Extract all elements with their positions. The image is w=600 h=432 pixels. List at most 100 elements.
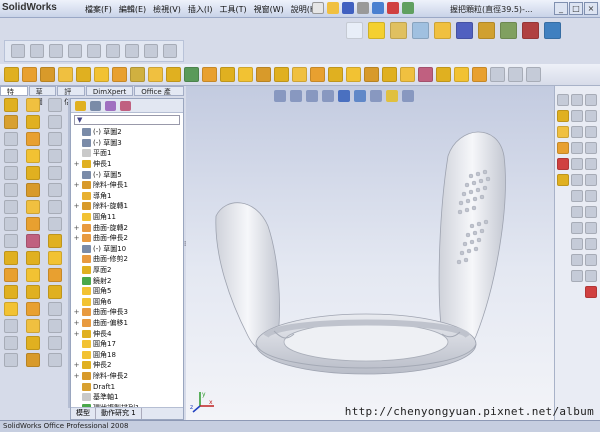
sum-icon[interactable] <box>478 22 495 39</box>
vtool-icon-30[interactable] <box>26 319 40 333</box>
tp-icon-27[interactable] <box>585 222 597 234</box>
tp-icon-17[interactable] <box>571 254 583 266</box>
sketch-tool-icon-9[interactable] <box>163 44 177 58</box>
mass-properties-icon[interactable] <box>390 22 407 39</box>
tree-expand-icon[interactable]: + <box>73 224 80 232</box>
tp-icon-25[interactable] <box>585 190 597 202</box>
vtool-icon-31[interactable] <box>26 336 40 350</box>
vtool-icon-28[interactable] <box>26 285 40 299</box>
undo-icon[interactable] <box>372 2 384 14</box>
tp-icon-16[interactable] <box>571 238 583 250</box>
vtool-icon-47[interactable] <box>48 336 62 350</box>
close-button[interactable]: × <box>584 2 598 15</box>
measure-icon[interactable] <box>368 22 385 39</box>
tab-sketch[interactable]: 草圖 <box>28 86 57 106</box>
tp-icon-10[interactable] <box>571 142 583 154</box>
feature-tree-item[interactable]: + 曲面-偏移1 <box>73 318 183 329</box>
tp-icon-31[interactable] <box>585 286 597 298</box>
vtool-icon-25[interactable] <box>26 234 40 248</box>
tp-icon-18[interactable] <box>571 270 583 282</box>
vtool-icon-3[interactable] <box>4 132 18 146</box>
feature-tree-item[interactable]: 導角1 <box>73 191 183 202</box>
compare-icon[interactable] <box>522 22 539 39</box>
sketch-tool-icon-2[interactable] <box>30 44 44 58</box>
sketch-tool-icon-4[interactable] <box>68 44 82 58</box>
tp-icon-26[interactable] <box>585 206 597 218</box>
rebuild-icon[interactable] <box>387 2 399 14</box>
tree-expand-icon[interactable]: + <box>73 330 80 338</box>
feature-tree-item[interactable]: + 伸長1 <box>73 159 183 170</box>
vtool-icon-22[interactable] <box>26 183 40 197</box>
feature-tree-item[interactable]: + 除料-旋轉1 <box>73 201 183 212</box>
maximize-button[interactable]: □ <box>569 2 583 15</box>
feature-tree-item[interactable]: 鏡射2 <box>73 275 183 286</box>
tp-icon-9[interactable] <box>571 126 583 138</box>
vtool-icon-17[interactable] <box>26 98 40 112</box>
tab-model[interactable]: 模型 <box>71 408 96 419</box>
vtool-icon-48[interactable] <box>48 353 62 367</box>
tp-icon-15[interactable] <box>571 222 583 234</box>
minimize-button[interactable]: _ <box>554 2 568 15</box>
loft-icon[interactable] <box>58 67 73 82</box>
vtool-icon-45[interactable] <box>48 302 62 316</box>
revolve-icon[interactable] <box>22 67 37 82</box>
menu-window[interactable]: 視窗(W) <box>251 3 287 16</box>
feature-tree-item[interactable]: 基準軸1 <box>73 392 183 403</box>
vtool-icon-21[interactable] <box>26 166 40 180</box>
geometry-analysis-icon[interactable] <box>500 22 517 39</box>
vtool-icon-2[interactable] <box>4 115 18 129</box>
feature-tree-item[interactable]: + 除料-伸長2 <box>73 371 183 382</box>
feature-tree-item[interactable]: 圓角18 <box>73 349 183 360</box>
spelling-icon[interactable] <box>346 22 363 39</box>
feature-tree-item[interactable]: Draft1 <box>73 381 183 392</box>
tp-icon-2[interactable] <box>557 110 569 122</box>
feature-tree-item[interactable]: + 曲面-旋轉2 <box>73 222 183 233</box>
feature-tree-item[interactable]: 曲面-修剪2 <box>73 254 183 265</box>
dome-icon[interactable] <box>238 67 253 82</box>
simulation-icon[interactable] <box>544 22 561 39</box>
vtool-icon-27[interactable] <box>26 268 40 282</box>
vtool-icon-8[interactable] <box>4 217 18 231</box>
menu-insert[interactable]: 插入(I) <box>185 3 216 16</box>
3d-model[interactable] <box>186 86 554 420</box>
feature-tree-item[interactable]: 圓角6 <box>73 297 183 308</box>
dimxpert-tab-icon[interactable] <box>120 101 131 111</box>
tree-expand-icon[interactable]: + <box>73 319 80 327</box>
tp-icon-8[interactable] <box>571 110 583 122</box>
tp-icon-19[interactable] <box>585 94 597 106</box>
print-icon[interactable] <box>357 2 369 14</box>
shell-icon[interactable] <box>130 67 145 82</box>
tp-icon-22[interactable] <box>585 142 597 154</box>
feature-tree-item[interactable]: (-) 草圖3 <box>73 138 183 149</box>
sketch-tool-icon-7[interactable] <box>125 44 139 58</box>
vtool-icon-15[interactable] <box>4 336 18 350</box>
tp-icon-14[interactable] <box>571 206 583 218</box>
vtool-icon-24[interactable] <box>26 217 40 231</box>
feature-tree-tab-icon[interactable] <box>75 101 86 111</box>
curve-icon[interactable] <box>472 67 487 82</box>
vtool-icon-46[interactable] <box>48 319 62 333</box>
feature-tree-item[interactable]: + 除料-伸長1 <box>73 180 183 191</box>
feature-tree-item[interactable]: + 伸長2 <box>73 360 183 371</box>
thicken-icon[interactable] <box>418 67 433 82</box>
tab-dimxpert[interactable]: DimXpert <box>85 86 134 96</box>
extra-tool-icon[interactable] <box>526 67 541 82</box>
trim-surface-icon[interactable] <box>382 67 397 82</box>
solidworks-logo[interactable]: SolidWorks <box>2 2 57 13</box>
vtool-icon-36[interactable] <box>48 149 62 163</box>
sketch-tool-icon-8[interactable] <box>144 44 158 58</box>
vtool-icon-6[interactable] <box>4 183 18 197</box>
vtool-icon-14[interactable] <box>4 319 18 333</box>
section-properties-icon[interactable] <box>412 22 429 39</box>
tp-icon-20[interactable] <box>585 110 597 122</box>
surface-extrude-icon[interactable] <box>292 67 307 82</box>
tp-icon-5[interactable] <box>557 158 569 170</box>
menu-edit[interactable]: 編輯(E) <box>116 3 149 16</box>
tp-icon-28[interactable] <box>585 238 597 250</box>
vtool-icon-9[interactable] <box>4 234 18 248</box>
vtool-icon-37[interactable] <box>48 166 62 180</box>
tp-icon-21[interactable] <box>585 126 597 138</box>
check-icon[interactable] <box>434 22 451 39</box>
tp-icon-13[interactable] <box>571 190 583 202</box>
options-icon[interactable] <box>402 2 414 14</box>
